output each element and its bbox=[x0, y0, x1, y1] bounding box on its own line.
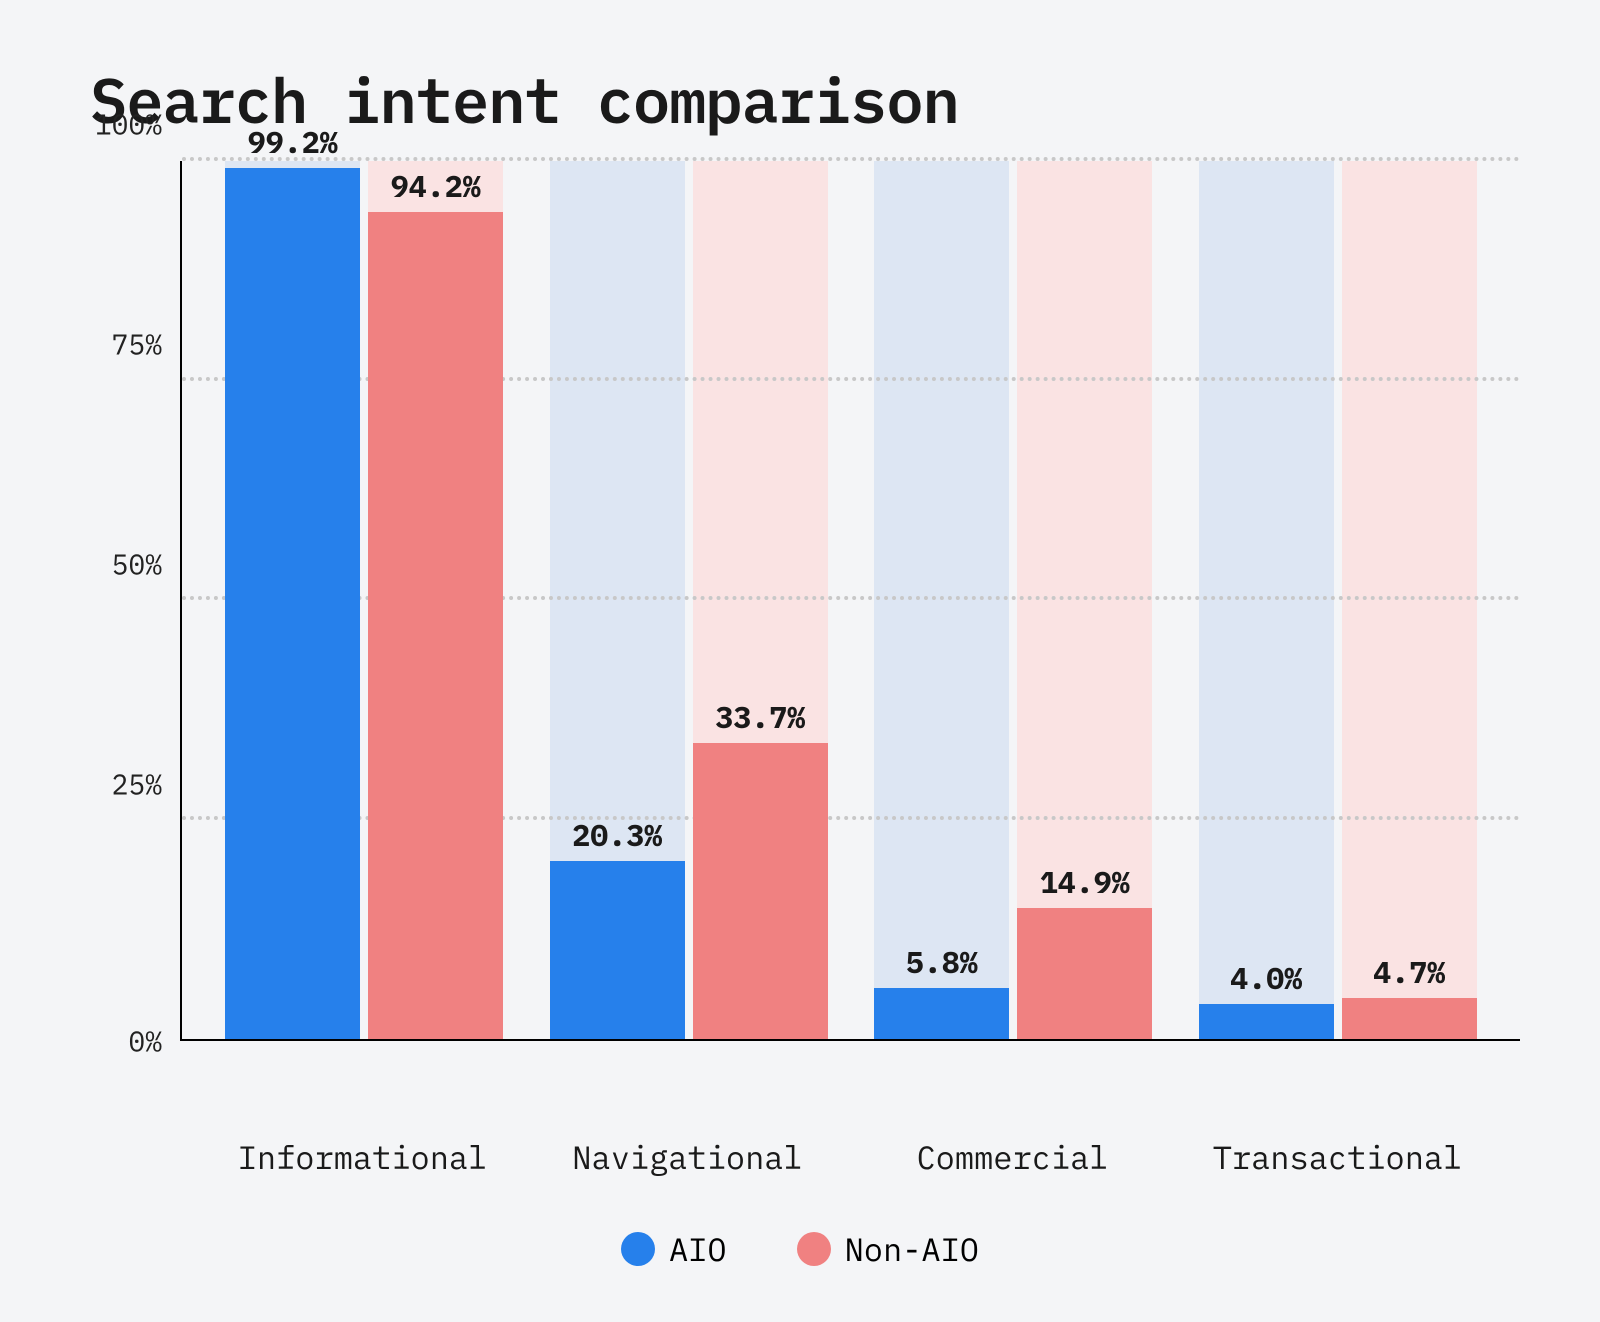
bar-value-label: 20.3% bbox=[572, 816, 662, 855]
bar-slot: 33.7% bbox=[693, 161, 828, 1039]
x-axis-label: Navigational bbox=[538, 1136, 838, 1178]
y-axis: 0% 25% 50% 75% 100% bbox=[80, 161, 180, 1041]
legend-swatch-aio bbox=[621, 1232, 655, 1266]
bar-value-label: 33.7% bbox=[715, 698, 805, 737]
bar-slot: 99.2% bbox=[225, 161, 360, 1039]
plot-area: 99.2% 94.2% 20.3% 33.7% 5.8% 14.9% 4.0% 4.7% bbox=[180, 161, 1520, 1041]
bar bbox=[550, 861, 685, 1039]
bar-value-label: 94.2% bbox=[391, 167, 481, 206]
legend-item-aio: AIO bbox=[621, 1228, 727, 1270]
x-axis-label: Transactional bbox=[1188, 1136, 1488, 1178]
y-tick-0: 0% bbox=[128, 1023, 162, 1060]
bar bbox=[693, 743, 828, 1039]
bar-group: 99.2% 94.2% bbox=[214, 161, 514, 1039]
y-tick-75: 75% bbox=[112, 326, 162, 363]
bar-slot: 20.3% bbox=[550, 161, 685, 1039]
chart-area: 0% 25% 50% 75% 100% 99.2% 94.2% 20.3% 33.7%… bbox=[80, 161, 1520, 1111]
legend-item-nonaio: Non-AIO bbox=[797, 1228, 979, 1270]
x-axis-label: Commercial bbox=[863, 1136, 1163, 1178]
bar-slot: 4.0% bbox=[1199, 161, 1334, 1039]
bar-background bbox=[1199, 161, 1334, 1039]
bar-group: 20.3% 33.7% bbox=[539, 161, 839, 1039]
bar-value-label: 99.2% bbox=[248, 123, 338, 162]
legend: AIO Non-AIO bbox=[80, 1228, 1520, 1270]
bar-value-label: 4.7% bbox=[1373, 953, 1445, 992]
bar bbox=[1017, 908, 1152, 1039]
bar bbox=[368, 212, 503, 1039]
legend-label-aio: AIO bbox=[669, 1228, 727, 1270]
y-tick-25: 25% bbox=[112, 766, 162, 803]
bar bbox=[874, 988, 1009, 1039]
bar bbox=[1342, 998, 1477, 1039]
legend-label-nonaio: Non-AIO bbox=[845, 1228, 979, 1270]
legend-swatch-nonaio bbox=[797, 1232, 831, 1266]
bar bbox=[1199, 1004, 1334, 1039]
bar-slot: 14.9% bbox=[1017, 161, 1152, 1039]
x-axis-label: Informational bbox=[213, 1136, 513, 1178]
bar-slot: 5.8% bbox=[874, 161, 1009, 1039]
bar-background bbox=[1342, 161, 1477, 1039]
bar bbox=[225, 168, 360, 1039]
bar-value-label: 14.9% bbox=[1040, 863, 1130, 902]
bar-value-label: 4.0% bbox=[1230, 959, 1302, 998]
bar-group: 4.0% 4.7% bbox=[1188, 161, 1488, 1039]
bar-slot: 4.7% bbox=[1342, 161, 1477, 1039]
bar-slot: 94.2% bbox=[368, 161, 503, 1039]
bar-group: 5.8% 14.9% bbox=[863, 161, 1163, 1039]
y-tick-50: 50% bbox=[112, 546, 162, 583]
bar-background bbox=[874, 161, 1009, 1039]
x-axis: Informational Navigational Commercial Trans… bbox=[180, 1111, 1520, 1178]
y-tick-100: 100% bbox=[95, 106, 162, 143]
bar-value-label: 5.8% bbox=[906, 943, 978, 982]
grid-line bbox=[182, 157, 1520, 161]
